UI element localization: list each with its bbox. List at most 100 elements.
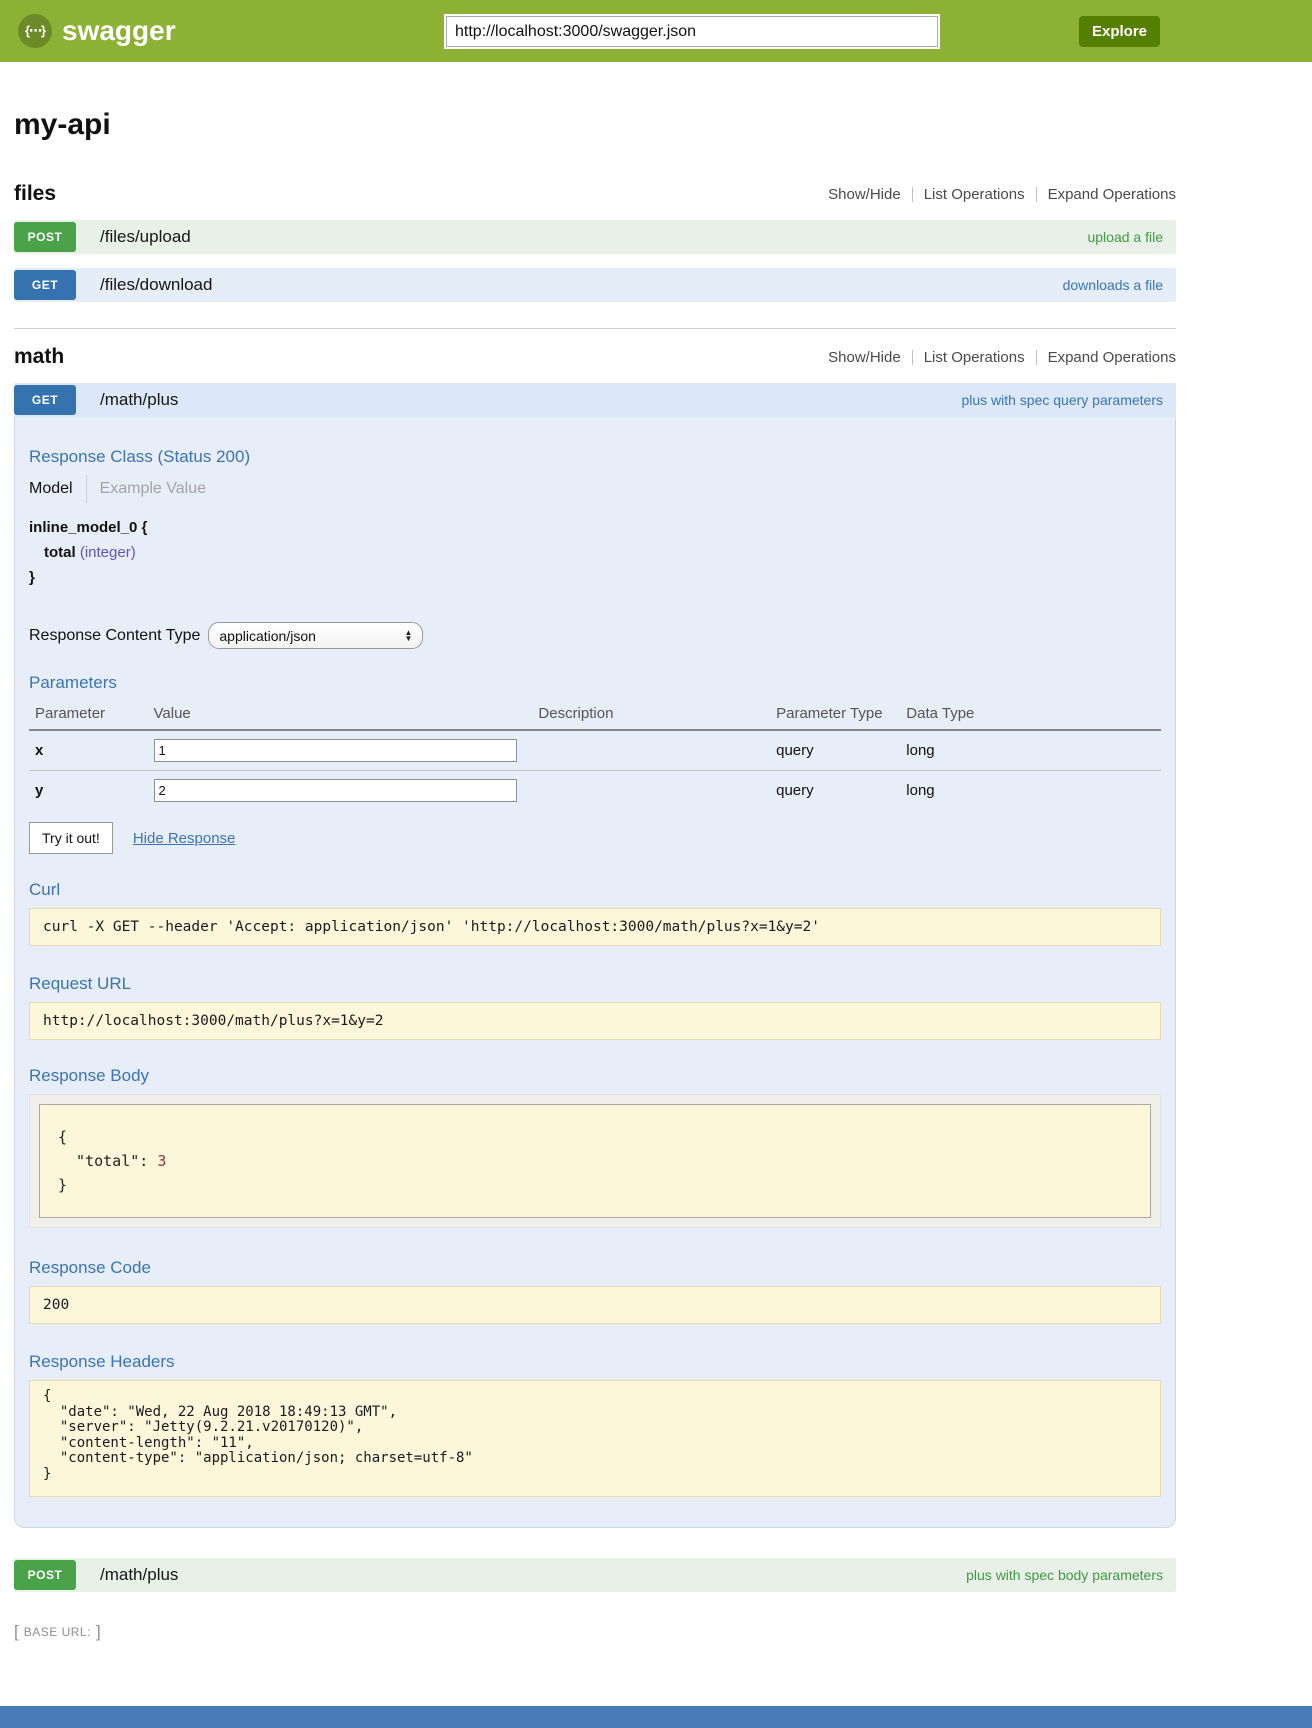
- resource-math: math Show/Hide List Operations Expand Op…: [14, 345, 1176, 1592]
- col-parameter-type: Parameter Type: [776, 701, 906, 730]
- select-arrows-icon: ▲ ▼: [404, 630, 412, 642]
- op-path-link[interactable]: /math/plus: [100, 1565, 178, 1585]
- model-prop-type: (integer): [80, 544, 136, 561]
- files-list-operations-link[interactable]: List Operations: [924, 186, 1025, 203]
- swagger-logo-icon: {⋯}: [18, 14, 52, 48]
- response-headers-box: { "date": "Wed, 22 Aug 2018 18:49:13 GMT…: [29, 1380, 1161, 1497]
- resource-controls-math: Show/Hide List Operations Expand Operati…: [828, 349, 1176, 366]
- request-url-heading: Request URL: [29, 974, 1161, 994]
- op-summary: downloads a file: [1063, 277, 1163, 293]
- op-path-link[interactable]: /math/plus: [100, 390, 178, 410]
- param-data-type: long: [906, 771, 1161, 811]
- math-list-operations-link[interactable]: List Operations: [924, 349, 1025, 366]
- response-body-box: { "total": 3 }: [39, 1104, 1151, 1218]
- operation-post-files-upload: POST /files/upload upload a file: [14, 220, 1176, 254]
- response-content-type-select[interactable]: application/json ▲ ▼: [208, 622, 423, 649]
- col-parameter: Parameter: [29, 701, 154, 730]
- param-row-x: x query long: [29, 730, 1161, 771]
- col-description: Description: [538, 701, 776, 730]
- bracket-open: [: [14, 1622, 19, 1642]
- json-number-value: 3: [157, 1152, 166, 1170]
- math-show-hide-link[interactable]: Show/Hide: [828, 349, 901, 366]
- tab-example-value[interactable]: Example Value: [100, 480, 206, 498]
- spec-url-input[interactable]: [446, 16, 938, 47]
- op-heading-get-files-download[interactable]: GET /files/download downloads a file: [14, 268, 1176, 302]
- controls-divider: [1036, 187, 1037, 202]
- param-description: [538, 730, 776, 771]
- op-heading-post-files-upload[interactable]: POST /files/upload upload a file: [14, 220, 1176, 254]
- header-bar: {⋯} swagger Explore: [0, 0, 1312, 62]
- try-it-out-button[interactable]: Try it out!: [29, 822, 113, 854]
- method-badge-post: POST: [14, 1560, 76, 1590]
- controls-divider: [912, 187, 913, 202]
- col-value: Value: [154, 701, 539, 730]
- request-url-box: http://localhost:3000/math/plus?x=1&y=2: [29, 1002, 1161, 1040]
- operation-get-files-download: GET /files/download downloads a file: [14, 268, 1176, 302]
- curl-command-box: curl -X GET --header 'Accept: applicatio…: [29, 908, 1161, 946]
- col-data-type: Data Type: [906, 701, 1161, 730]
- files-expand-operations-link[interactable]: Expand Operations: [1048, 186, 1176, 203]
- hide-response-link[interactable]: Hide Response: [133, 830, 236, 847]
- swagger-ui-page: { "header": { "brand": "swagger", "logo_…: [0, 0, 1312, 1728]
- base-url-label: BASE URL:: [24, 1625, 91, 1639]
- param-name: x: [29, 730, 154, 771]
- brand[interactable]: {⋯} swagger: [18, 0, 176, 62]
- op-summary: plus with spec query parameters: [961, 392, 1163, 408]
- bottom-bar: [0, 1706, 1312, 1728]
- op-path-link[interactable]: /files/download: [100, 275, 212, 295]
- model-tabs: Model Example Value: [29, 475, 1161, 503]
- op-summary: upload a file: [1087, 229, 1163, 245]
- model-open-line: inline_model_0 {: [29, 519, 1161, 536]
- response-body-outer: { "total": 3 }: [29, 1094, 1161, 1228]
- explore-button[interactable]: Explore: [1079, 16, 1160, 47]
- model-property: total (integer): [44, 544, 1161, 561]
- response-content-type-label: Response Content Type: [29, 627, 200, 645]
- resource-controls-files: Show/Hide List Operations Expand Operati…: [828, 186, 1176, 203]
- response-code-heading: Response Code: [29, 1258, 1161, 1278]
- method-badge-post: POST: [14, 222, 76, 252]
- arrow-down-glyph: ▼: [404, 636, 412, 642]
- tab-model[interactable]: Model: [29, 480, 73, 498]
- method-badge-get: GET: [14, 270, 76, 300]
- section-divider: [14, 328, 1176, 329]
- files-show-hide-link[interactable]: Show/Hide: [828, 186, 901, 203]
- controls-divider: [1036, 350, 1037, 365]
- parameters-table: Parameter Value Description Parameter Ty…: [29, 701, 1161, 810]
- logo-braces-glyph: {⋯}: [25, 23, 45, 39]
- op-content-get-math-plus: Response Class (Status 200) Model Exampl…: [14, 417, 1176, 1528]
- parameters-heading: Parameters: [29, 673, 1161, 693]
- brand-title: swagger: [62, 15, 176, 47]
- op-heading-post-math-plus[interactable]: POST /math/plus plus with spec body para…: [14, 1558, 1176, 1592]
- param-description: [538, 771, 776, 811]
- param-row-y: y query long: [29, 771, 1161, 811]
- model-signature: inline_model_0 { total (integer) }: [29, 519, 1161, 586]
- base-url-footer: [ BASE URL: ]: [14, 1622, 1312, 1642]
- resource-title-math: math: [14, 345, 64, 369]
- operation-post-math-plus: POST /math/plus plus with spec body para…: [14, 1558, 1176, 1592]
- op-summary: plus with spec body parameters: [966, 1567, 1163, 1583]
- bracket-close: ]: [96, 1622, 101, 1642]
- param-data-type: long: [906, 730, 1161, 771]
- param-y-value-input[interactable]: [154, 779, 517, 802]
- model-prop-name: total: [44, 544, 76, 561]
- op-heading-get-math-plus[interactable]: GET /math/plus plus with spec query para…: [14, 383, 1176, 417]
- response-content-type-row: Response Content Type application/json ▲…: [29, 622, 1161, 649]
- curl-heading: Curl: [29, 880, 1161, 900]
- controls-divider: [912, 350, 913, 365]
- resource-title-files: files: [14, 182, 56, 206]
- content-container: my-api files Show/Hide List Operations E…: [14, 108, 1176, 1592]
- response-class-heading: Response Class (Status 200): [29, 447, 1161, 467]
- param-name: y: [29, 771, 154, 811]
- op-path-link[interactable]: /files/upload: [100, 227, 191, 247]
- param-x-value-input[interactable]: [154, 739, 517, 762]
- response-body-heading: Response Body: [29, 1066, 1161, 1086]
- param-type: query: [776, 771, 906, 811]
- method-badge-get: GET: [14, 385, 76, 415]
- operation-get-math-plus: GET /math/plus plus with spec query para…: [14, 383, 1176, 1528]
- response-code-box: 200: [29, 1286, 1161, 1324]
- model-close-line: }: [29, 569, 1161, 586]
- math-expand-operations-link[interactable]: Expand Operations: [1048, 349, 1176, 366]
- json-open: { "total":: [58, 1128, 157, 1170]
- param-type: query: [776, 730, 906, 771]
- resource-files: files Show/Hide List Operations Expand O…: [14, 182, 1176, 302]
